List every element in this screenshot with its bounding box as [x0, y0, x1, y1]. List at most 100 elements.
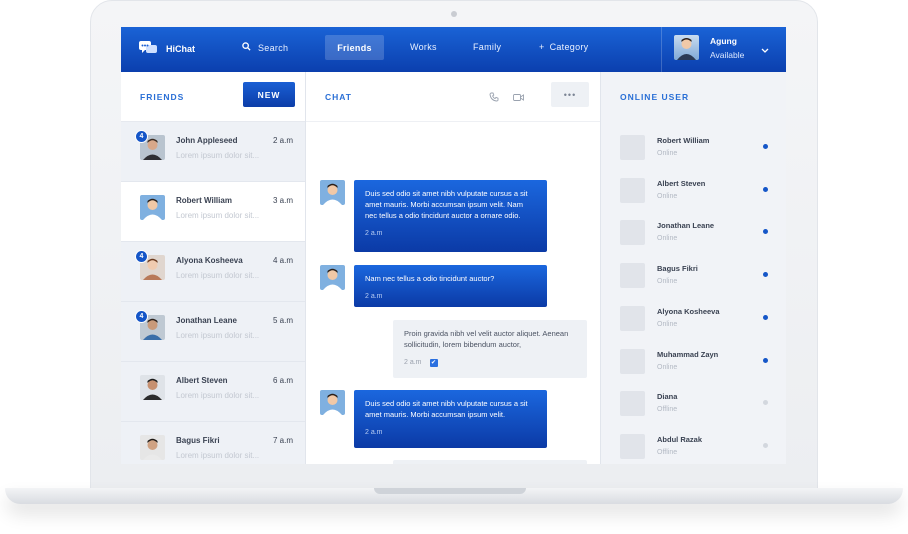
status-dot	[763, 357, 768, 363]
app-screen: HiChat Search Friends Works Family + Cat…	[121, 27, 786, 464]
message-bubble: Proin gravida nibh vel velit auctor aliq…	[393, 320, 587, 378]
friend-name: John Appleseed	[176, 136, 238, 145]
friend-time: 5 a.m	[272, 316, 293, 325]
friend-time: 7 a.m	[272, 436, 293, 445]
avatar	[320, 265, 345, 290]
nav-search[interactable]: Search	[242, 42, 288, 53]
avatar	[674, 35, 699, 60]
online-user-item[interactable]: Diana Offline	[620, 391, 778, 419]
tab-family[interactable]: Family	[473, 42, 501, 52]
status-dot	[763, 186, 768, 192]
friend-name: Albert Steven	[176, 376, 228, 385]
status-dot	[763, 314, 768, 320]
friend-preview: Lorem ipsum dolor sit...	[176, 271, 260, 280]
friend-list-item[interactable]: 4 Alyona Kosheeva 4 a.m Lorem ipsum dolor s…	[121, 242, 305, 302]
friend-name: Robert William	[176, 196, 232, 205]
friend-list-item[interactable]: 4 John Appleseed 2 a.m Lorem ipsum dolor si…	[121, 122, 305, 182]
friend-time: 4 a.m	[272, 256, 293, 265]
chat-actions	[489, 89, 524, 107]
chat-bubbles-icon	[139, 41, 157, 57]
online-user-name: Albert Steven	[657, 178, 706, 188]
friend-name: Jonathan Leane	[176, 316, 237, 325]
chevron-down-icon[interactable]	[761, 47, 769, 56]
nav-search-label: Search	[258, 42, 289, 53]
laptop-hinge	[374, 488, 526, 494]
new-chat-button[interactable]: NEW	[243, 82, 295, 107]
read-receipt-icon: ✔	[429, 358, 438, 367]
friend-list-item[interactable]: Bagus Fikri 7 a.m Lorem ipsum dolor sit...	[121, 422, 305, 464]
avatar	[620, 391, 645, 417]
online-user-name: Abdul Razak	[657, 434, 703, 444]
tab-works[interactable]: Works	[410, 42, 437, 52]
avatar	[620, 348, 645, 374]
unread-badge: 4	[135, 310, 148, 323]
friend-list-item[interactable]: Robert William 3 a.m Lorem ipsum dolor sit…	[121, 182, 305, 242]
nav-divider	[661, 27, 662, 72]
online-user-item[interactable]: Jonathan Leane Online	[620, 220, 778, 248]
status-dot	[763, 229, 768, 235]
friend-preview: Lorem ipsum dolor sit...	[176, 211, 260, 220]
avatar	[620, 305, 645, 331]
friend-preview: Lorem ipsum dolor sit...	[176, 391, 260, 400]
friends-title: FRIENDS	[140, 92, 185, 102]
online-user-name: Alyona Kosheeva	[657, 306, 720, 316]
brand[interactable]: HiChat	[139, 41, 195, 57]
phone-icon[interactable]	[489, 89, 499, 107]
avatar	[620, 177, 645, 203]
online-user-name: Diana	[657, 392, 678, 402]
online-user-name: Muhammad Zayn	[657, 349, 719, 359]
online-user-status: Offline	[657, 406, 678, 414]
app-name: HiChat	[166, 44, 195, 54]
avatar	[620, 433, 645, 459]
online-user-item[interactable]: Albert Steven Online	[620, 177, 778, 206]
online-user-item[interactable]: Muhammad Zayn Online	[620, 348, 778, 377]
friend-name: Alyona Kosheeva	[176, 256, 243, 265]
online-user-name: Robert William	[657, 136, 710, 145]
online-user-name: Bagus Fikri	[657, 264, 698, 274]
user-menu[interactable]: Agung Available	[674, 35, 744, 60]
friend-time: 6 a.m	[272, 376, 293, 385]
avatar	[320, 390, 345, 415]
online-user-name: Jonathan Leane	[657, 221, 715, 231]
friend-preview: Lorem ipsum dolor sit...	[176, 151, 260, 160]
message-text: Duis sed odio sit amet nibh vulputate cu…	[365, 189, 528, 220]
search-icon	[242, 42, 251, 53]
user-name: Agung	[710, 35, 737, 46]
online-user-status: Offline	[657, 448, 678, 456]
friend-list: 4 John Appleseed 2 a.m Lorem ipsum dolor si…	[121, 122, 305, 464]
message-text: Proin gravida nibh vel velit auctor aliq…	[404, 329, 569, 349]
message-bubble: Nam nec tellus a odio tincidunt auctor? 2…	[354, 265, 547, 307]
tab-category[interactable]: + Category	[539, 42, 588, 52]
online-users-panel: ONLINE USER Robert William Online Albert S…	[600, 72, 786, 464]
online-user-status: Online	[657, 320, 678, 328]
avatar	[620, 263, 645, 289]
video-camera-icon[interactable]	[513, 89, 524, 107]
friend-list-item[interactable]: 4 Jonathan Leane 5 a.m Lorem ipsum dolor si…	[121, 302, 305, 362]
avatar	[320, 180, 345, 205]
online-user-status: Online	[657, 278, 678, 286]
avatar	[620, 135, 645, 160]
message-time: 2 a.m	[404, 359, 422, 366]
online-user-status: Online	[657, 192, 678, 200]
top-navigation-bar: HiChat Search Friends Works Family + Cat…	[121, 27, 786, 72]
friend-list-item[interactable]: Albert Steven 6 a.m Lorem ipsum dolor sit.…	[121, 362, 305, 422]
online-user-status: Online	[657, 235, 678, 243]
user-status: Available	[710, 49, 745, 60]
friends-header: FRIENDS NEW	[121, 72, 305, 122]
more-options-button[interactable]: •••	[551, 82, 589, 107]
avatar	[620, 220, 645, 246]
message-text: Duis sed odio sit amet nibh vulputate cu…	[365, 399, 528, 419]
friend-preview: Lorem ipsum dolor sit...	[176, 331, 260, 340]
online-header: ONLINE USER	[601, 72, 786, 122]
online-user-item[interactable]: Bagus Fikri Online	[620, 263, 778, 291]
friend-time: 2 a.m	[272, 136, 293, 145]
online-user-item[interactable]: Abdul Razak Offline	[620, 433, 778, 462]
tab-friends[interactable]: Friends	[325, 35, 384, 60]
friend-time: 3 a.m	[272, 196, 293, 205]
online-user-item[interactable]: Alyona Kosheeva Online	[620, 305, 778, 334]
friends-panel: FRIENDS NEW 4 John Appleseed 2 a.m Lorem ip…	[121, 72, 306, 464]
message-meta: 2 a.m ✔	[404, 357, 576, 368]
online-user-item[interactable]: Robert William Online	[620, 135, 778, 163]
status-dot	[763, 272, 768, 278]
message-time: 2 a.m	[365, 293, 383, 300]
